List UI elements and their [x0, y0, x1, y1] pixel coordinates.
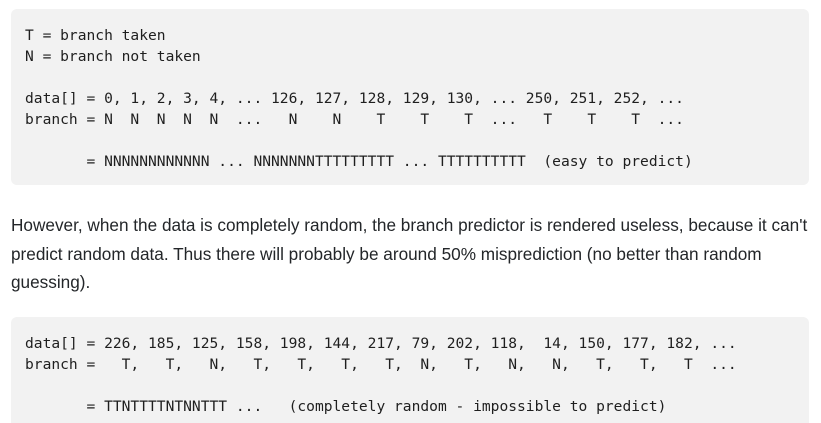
code-line-pattern: = TTNTTTTNTNNTTT ... (completely random … [25, 398, 667, 415]
explanation-paragraph: However, when the data is completely ran… [11, 215, 808, 292]
code-block-sorted: T = branch taken N = branch not taken da… [11, 9, 809, 185]
code-line-branch: branch = T, T, N, T, T, T, T, N, T, N, N… [25, 356, 737, 373]
code-line-branch: branch = N N N N N ... N N T T T ... T T… [25, 111, 684, 128]
code-line-data: data[] = 226, 185, 125, 158, 198, 144, 2… [25, 335, 737, 352]
code-line-data: data[] = 0, 1, 2, 3, 4, ... 126, 127, 12… [25, 90, 684, 107]
code-line-legend-not-taken: N = branch not taken [25, 48, 201, 65]
code-block-random: data[] = 226, 185, 125, 158, 198, 144, 2… [11, 317, 809, 423]
code-line-legend-taken: T = branch taken [25, 27, 166, 44]
code-line-pattern: = NNNNNNNNNNNN ... NNNNNNNTTTTTTTTT ... … [25, 153, 693, 170]
